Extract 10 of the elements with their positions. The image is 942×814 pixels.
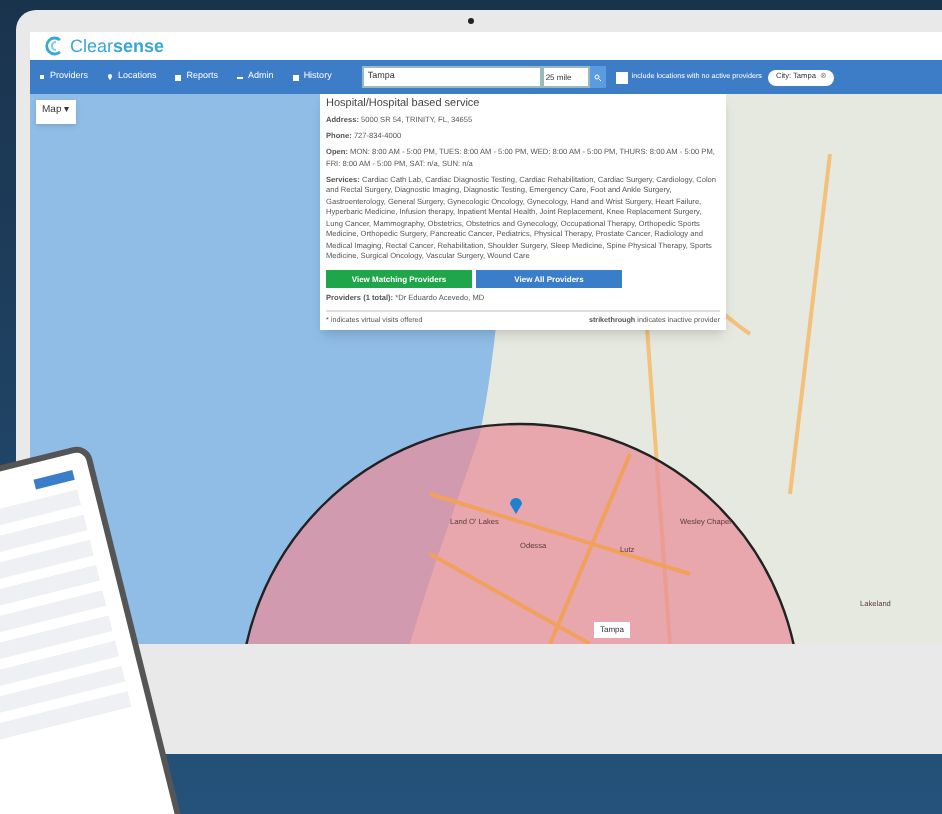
logo-icon: [44, 36, 66, 56]
include-checkbox[interactable]: [615, 71, 628, 83]
camera-icon: [467, 18, 473, 24]
search-icon: [593, 73, 602, 81]
nav-icon: [38, 73, 46, 81]
nav-icon: [174, 73, 183, 81]
logo-text: Clearsense: [70, 37, 165, 55]
nav-icon: [236, 73, 245, 81]
nav-icon: [291, 73, 300, 81]
location-pin-icon: [510, 496, 522, 514]
